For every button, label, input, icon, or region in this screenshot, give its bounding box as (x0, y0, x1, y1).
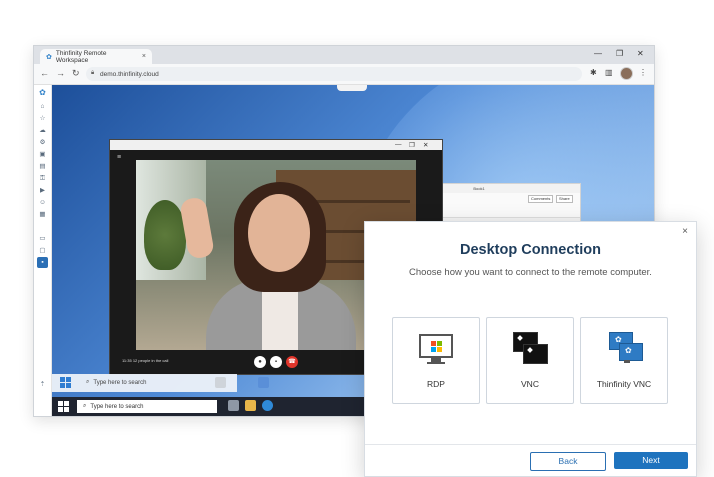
share-button[interactable]: Share (556, 195, 573, 203)
call-close-icon[interactable]: ✕ (423, 141, 428, 149)
call-minimize-icon[interactable]: — (395, 141, 402, 148)
key-icon[interactable]: ⚿ (37, 173, 48, 184)
settings-icon[interactable]: ⚙ (37, 137, 48, 148)
sidebar-toggle-icon[interactable]: ▥ (605, 68, 613, 77)
call-menu-icon[interactable]: ≡ (117, 154, 121, 161)
browser-menu-icon[interactable]: ⋮ (639, 68, 647, 77)
search-icon: ⌕ (86, 379, 90, 385)
call-titlebar: — ❐ ✕ (110, 140, 442, 150)
end-call-icon[interactable]: ☎ (286, 356, 298, 368)
option-thinfinity-vnc-label: Thinfinity VNC (596, 379, 652, 389)
inner-taskbar: ⌕ Type here to search (52, 374, 237, 392)
thinfinity-favicon-icon: ✿ (46, 53, 52, 61)
taskbar-search-box[interactable]: ⌕ Type here to search (77, 400, 217, 413)
file-explorer-icon[interactable] (245, 400, 256, 411)
option-rdp[interactable]: RDP (392, 317, 480, 404)
tab-close-icon[interactable]: × (142, 53, 146, 60)
images-icon[interactable]: ▣ (37, 149, 48, 160)
taskbar-search-text: Type here to search (90, 403, 144, 410)
search-icon: ⌕ (83, 403, 87, 409)
app-sidebar: ✿ ⌂ ☆ ☁ ⚙ ▣ ▤ ⚿ ▶ ☺ ▦ ▭ ▢ ▪ ⇡ (34, 85, 52, 416)
analytics-icon[interactable]: ▦ (37, 209, 48, 220)
monitor-icon[interactable]: ▭ (37, 233, 48, 244)
document-icon[interactable]: ▤ (37, 161, 48, 172)
inner-search-text: Type here to search (93, 379, 147, 386)
cloud-icon[interactable]: ☁ (37, 125, 48, 136)
option-vnc[interactable]: VNC (486, 317, 574, 404)
dialog-footer-divider (365, 444, 696, 445)
comments-button[interactable]: Comments (528, 195, 554, 203)
windows-start-icon[interactable] (58, 401, 69, 412)
remote-desktop-icon[interactable]: ▪ (37, 257, 48, 268)
browser-tab[interactable]: ✿ Thinfinity Remote Workspace × (40, 49, 152, 64)
forward-arrow-icon[interactable]: → (56, 68, 65, 78)
back-arrow-icon[interactable]: ← (40, 68, 49, 78)
minimize-icon[interactable]: — (594, 49, 602, 58)
dialog-close-icon[interactable]: × (682, 226, 688, 237)
option-thinfinity-vnc[interactable]: ✿ ✿ Thinfinity VNC (580, 317, 668, 404)
call-maximize-icon[interactable]: ❐ (409, 141, 415, 149)
users-icon[interactable]: ☺ (37, 197, 48, 208)
call-info: 11:35 12 people in the call (122, 358, 169, 363)
person-face (248, 194, 310, 272)
edge-icon[interactable] (262, 400, 273, 411)
thinfinity-logo-icon: ✿ (39, 88, 46, 97)
option-rdp-label: RDP (427, 379, 445, 389)
task-view-icon[interactable] (215, 377, 226, 388)
microphone-icon[interactable]: ● (254, 356, 266, 368)
task-view-icon[interactable] (228, 400, 239, 411)
pin-icon[interactable]: ⇡ (37, 379, 48, 390)
video-icon[interactable]: ▶ (37, 185, 48, 196)
plant (144, 200, 186, 270)
tab-title: Thinfinity Remote Workspace (55, 49, 107, 64)
reload-icon[interactable]: ↻ (72, 68, 80, 79)
favorites-icon[interactable]: ☆ (37, 113, 48, 124)
calendar-icon[interactable]: ▢ (37, 245, 48, 256)
tab-bar: ✿ Thinfinity Remote Workspace × — ❐ ✕ (34, 46, 654, 64)
back-button[interactable]: Back (530, 452, 606, 471)
close-window-icon[interactable]: ✕ (637, 49, 644, 58)
maximize-icon[interactable]: ❐ (616, 49, 623, 58)
edge-icon-inner[interactable] (258, 377, 269, 388)
inner-search-box[interactable]: ⌕ Type here to search (80, 376, 208, 389)
windows-start-icon[interactable] (60, 377, 71, 388)
url-text: demo.thinfinity.cloud (100, 70, 159, 78)
dialog-title: Desktop Connection (460, 242, 601, 258)
option-vnc-label: VNC (521, 379, 539, 389)
dialog-subtitle: Choose how you want to connect to the re… (409, 267, 652, 278)
browser-toolbar: ← → ↻ 🔒︎ demo.thinfinity.cloud ✱ ▥ ⋮ (34, 64, 654, 85)
camera-icon[interactable]: ▪ (270, 356, 282, 368)
collapse-handle[interactable] (337, 85, 367, 91)
profile-avatar[interactable] (620, 67, 633, 80)
lock-icon: 🔒︎ (91, 70, 95, 76)
desktop-connection-dialog: × Desktop Connection Choose how you want… (364, 221, 697, 477)
next-button[interactable]: Next (614, 452, 688, 469)
home-icon[interactable]: ⌂ (37, 101, 48, 112)
extensions-icon[interactable]: ✱ (590, 68, 597, 77)
address-bar[interactable]: 🔒︎ demo.thinfinity.cloud (86, 67, 582, 81)
